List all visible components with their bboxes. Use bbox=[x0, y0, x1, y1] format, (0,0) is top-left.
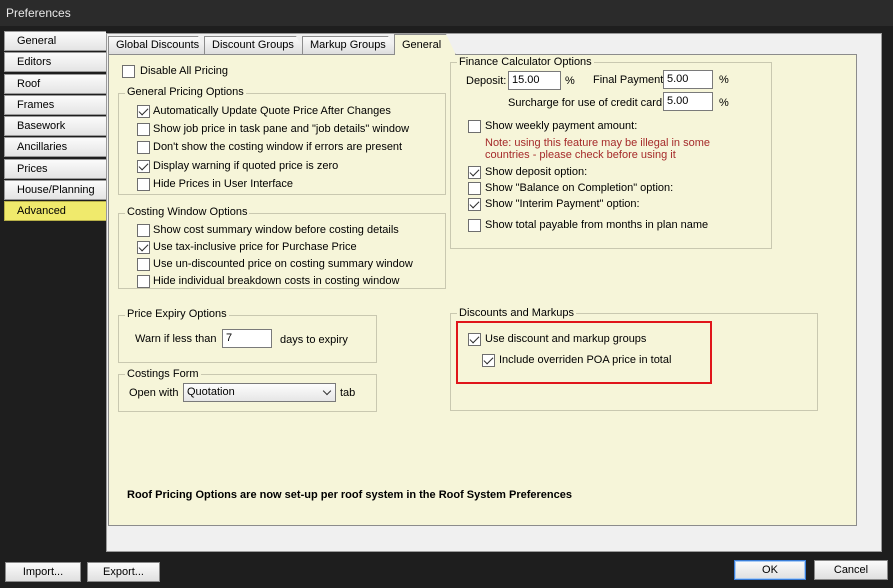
hide-prices-label: Hide Prices in User Interface bbox=[153, 178, 293, 190]
tab-global-discounts[interactable]: Global Discounts bbox=[108, 36, 208, 54]
window-titlebar: Preferences bbox=[0, 0, 893, 26]
disable-all-pricing-checkbox[interactable] bbox=[122, 65, 135, 78]
open-with-label: Open with bbox=[129, 387, 179, 399]
costings-form-selected: Quotation bbox=[187, 386, 235, 398]
surcharge-label: Surcharge for use of credit card: bbox=[508, 97, 666, 109]
include-poa-checkbox[interactable] bbox=[482, 354, 495, 367]
interim-payment-label: Show "Interim Payment" option: bbox=[485, 198, 640, 210]
tab-label: Global Discounts bbox=[116, 39, 200, 51]
deposit-label: Deposit: bbox=[466, 75, 507, 87]
undiscounted-price-label: Use un-discounted price on costing summa… bbox=[153, 258, 413, 270]
tab-markup-groups[interactable]: Markup Groups bbox=[302, 36, 398, 54]
costing-window-title: Costing Window Options bbox=[125, 206, 250, 218]
show-deposit-label: Show deposit option: bbox=[485, 166, 588, 178]
chevron-down-icon bbox=[322, 386, 332, 396]
general-pricing-title: General Pricing Options bbox=[125, 86, 246, 98]
roof-pricing-note: Roof Pricing Options are now set-up per … bbox=[127, 489, 572, 501]
hide-breakdown-label: Hide individual breakdown costs in costi… bbox=[153, 275, 400, 287]
sidebar-item-label: Roof bbox=[17, 77, 41, 90]
deposit-input[interactable]: 15.00 bbox=[508, 71, 561, 90]
import-button-label: Import... bbox=[22, 566, 64, 578]
expiry-days-input[interactable]: 7 bbox=[222, 329, 272, 348]
costings-form-title: Costings Form bbox=[125, 368, 201, 380]
sidebar-item-advanced[interactable]: Advanced bbox=[4, 201, 106, 222]
legal-warning-line2: countries - please check before using it bbox=[485, 149, 676, 161]
import-button[interactable]: Import... bbox=[5, 562, 81, 582]
ok-button-label: OK bbox=[762, 564, 778, 576]
hide-breakdown-checkbox[interactable] bbox=[137, 275, 150, 288]
hide-costing-on-errors-label: Don't show the costing window if errors … bbox=[153, 141, 403, 153]
show-deposit-checkbox[interactable] bbox=[468, 166, 481, 179]
tax-inclusive-checkbox[interactable] bbox=[137, 241, 150, 254]
discounts-markups-title: Discounts and Markups bbox=[457, 307, 576, 319]
sidebar-item-ancillaries[interactable]: Ancillaries bbox=[4, 137, 106, 158]
sidebar-item-label: General bbox=[17, 35, 57, 47]
tab-label: General bbox=[402, 39, 442, 51]
cost-summary-first-label: Show cost summary window before costing … bbox=[153, 224, 399, 236]
sidebar-item-house-planning[interactable]: House/Planning bbox=[4, 180, 106, 201]
deposit-unit: % bbox=[565, 75, 575, 87]
undiscounted-price-checkbox[interactable] bbox=[137, 258, 150, 271]
price-expiry-title: Price Expiry Options bbox=[125, 308, 229, 320]
sidebar: General Editors Roof Frames Basework Anc… bbox=[4, 31, 106, 223]
days-to-expiry-label: days to expiry bbox=[280, 334, 348, 346]
final-payment-input[interactable]: 5.00 bbox=[663, 70, 713, 89]
tab-discount-groups[interactable]: Discount Groups bbox=[204, 36, 306, 54]
legal-warning-line1: Note: using this feature may be illegal … bbox=[485, 137, 711, 149]
highlight-box bbox=[456, 321, 712, 384]
sidebar-item-general[interactable]: General bbox=[4, 31, 106, 51]
hide-prices-checkbox[interactable] bbox=[137, 178, 150, 191]
show-job-price-label: Show job price in task pane and "job det… bbox=[153, 123, 410, 135]
sidebar-item-label: Prices bbox=[17, 162, 48, 175]
tab-general[interactable]: General bbox=[394, 34, 456, 55]
tab-label: Markup Groups bbox=[310, 39, 386, 51]
tax-inclusive-label: Use tax-inclusive price for Purchase Pri… bbox=[153, 241, 357, 253]
include-poa-label: Include overriden POA price in total bbox=[499, 354, 672, 366]
final-payment-label: Final Payment: bbox=[593, 74, 667, 86]
window-title: Preferences bbox=[6, 6, 71, 20]
finance-calculator-title: Finance Calculator Options bbox=[457, 56, 594, 68]
zero-price-warning-label: Display warning if quoted price is zero bbox=[153, 160, 339, 172]
sidebar-item-roof[interactable]: Roof bbox=[4, 73, 106, 94]
surcharge-unit: % bbox=[719, 97, 729, 109]
auto-update-quote-checkbox[interactable] bbox=[137, 105, 150, 118]
zero-price-warning-checkbox[interactable] bbox=[137, 160, 150, 173]
balance-on-completion-label: Show "Balance on Completion" option: bbox=[485, 182, 674, 194]
cancel-button-label: Cancel bbox=[833, 564, 869, 576]
cancel-button[interactable]: Cancel bbox=[814, 560, 888, 580]
total-payable-label: Show total payable from months in plan n… bbox=[485, 219, 709, 231]
sidebar-item-label: House/Planning bbox=[17, 184, 95, 197]
use-discount-groups-label: Use discount and markup groups bbox=[485, 333, 647, 345]
export-button-label: Export... bbox=[103, 566, 144, 578]
sidebar-item-editors[interactable]: Editors bbox=[4, 52, 106, 73]
show-job-price-checkbox[interactable] bbox=[137, 123, 150, 136]
costings-form-select[interactable]: Quotation bbox=[183, 383, 336, 402]
cost-summary-first-checkbox[interactable] bbox=[137, 224, 150, 237]
warn-if-less-label: Warn if less than bbox=[135, 333, 217, 345]
use-discount-groups-checkbox[interactable] bbox=[468, 333, 481, 346]
balance-on-completion-checkbox[interactable] bbox=[468, 182, 481, 195]
disable-all-pricing-label: Disable All Pricing bbox=[140, 65, 229, 77]
sidebar-item-label: Ancillaries bbox=[17, 141, 68, 154]
sidebar-item-label: Advanced bbox=[17, 205, 66, 218]
sidebar-item-prices[interactable]: Prices bbox=[4, 158, 106, 179]
ok-button[interactable]: OK bbox=[734, 560, 806, 580]
tab-suffix-label: tab bbox=[340, 387, 356, 399]
final-payment-unit: % bbox=[719, 74, 729, 86]
general-tab-panel: Disable All Pricing General Pricing Opti… bbox=[108, 54, 857, 526]
hide-costing-on-errors-checkbox[interactable] bbox=[137, 141, 150, 154]
interim-payment-checkbox[interactable] bbox=[468, 198, 481, 211]
surcharge-input[interactable]: 5.00 bbox=[663, 92, 713, 111]
weekly-payment-checkbox[interactable] bbox=[468, 120, 481, 133]
sidebar-item-label: Basework bbox=[17, 120, 66, 133]
export-button[interactable]: Export... bbox=[87, 562, 160, 582]
total-payable-checkbox[interactable] bbox=[468, 219, 481, 232]
sidebar-item-label: Editors bbox=[17, 56, 52, 69]
tab-label: Discount Groups bbox=[212, 39, 294, 51]
sidebar-item-basework[interactable]: Basework bbox=[4, 116, 106, 137]
auto-update-quote-label: Automatically Update Quote Price After C… bbox=[153, 105, 391, 117]
sidebar-item-frames[interactable]: Frames bbox=[4, 94, 106, 115]
sidebar-item-label: Frames bbox=[17, 98, 55, 111]
weekly-payment-label: Show weekly payment amount: bbox=[485, 120, 638, 132]
